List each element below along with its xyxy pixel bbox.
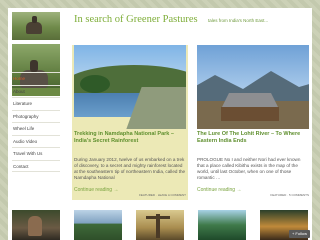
nav-item-photography[interactable]: Photography [12, 109, 60, 123]
logo-elephant [26, 22, 42, 34]
post-image-lohit[interactable] [197, 45, 309, 129]
nav-item-contact[interactable]: Contact [12, 159, 60, 172]
nav-item-travel-with-us[interactable]: Travel With Us [12, 147, 60, 160]
thumbnail-river[interactable] [74, 210, 122, 240]
site-tagline: tales from India's North East... [208, 18, 269, 23]
follow-button[interactable]: + Follow [288, 230, 310, 238]
site-header: In search of Greener Pastures tales from… [8, 8, 312, 44]
site-title[interactable]: In search of Greener Pastures [74, 14, 198, 25]
nav-item-home[interactable]: Home [12, 72, 60, 85]
thumbnail-strip: + Follow [8, 204, 312, 240]
rider-image [30, 60, 38, 72]
post-excerpt: PROLOGUE No I and neither Nori had ever … [197, 157, 301, 181]
post-title[interactable]: Trekking in Namdapha National Park – Ind… [74, 131, 186, 145]
post-meta[interactable]: FEATURED · LEAVE A COMMENT [139, 193, 186, 197]
continue-reading-link[interactable]: Continue reading → [74, 187, 118, 193]
nav-item-about[interactable]: About [12, 84, 60, 98]
thumbnail-portrait[interactable] [12, 210, 60, 240]
logo-rider [32, 16, 37, 23]
nav-item-audio-video[interactable]: Audio Video [12, 134, 60, 148]
nav-item-wheel-life[interactable]: Wheel Life [12, 122, 60, 135]
nav-item-literature[interactable]: Literature [12, 97, 60, 110]
post-image-namdapha[interactable] [74, 45, 186, 129]
post-card-namdapha: Trekking in Namdapha National Park – Ind… [72, 45, 188, 200]
post-meta[interactable]: FEATURED · 5 COMMENTS [270, 193, 309, 197]
continue-reading-link[interactable]: Continue reading → [197, 187, 241, 193]
post-title[interactable]: The Lure Of The Lohit River – To Where E… [197, 131, 309, 145]
thumbnail-forest[interactable] [198, 210, 246, 240]
page: In search of Greener Pastures tales from… [8, 8, 312, 240]
post-card-lohit: The Lure Of The Lohit River – To Where E… [195, 45, 311, 200]
site-logo[interactable] [12, 12, 60, 40]
thumbnail-antlers[interactable] [136, 210, 184, 240]
main-navigation: Home About Literature Photography Wheel … [12, 72, 60, 172]
post-excerpt: During January 2012, twelve of us embark… [74, 157, 186, 181]
